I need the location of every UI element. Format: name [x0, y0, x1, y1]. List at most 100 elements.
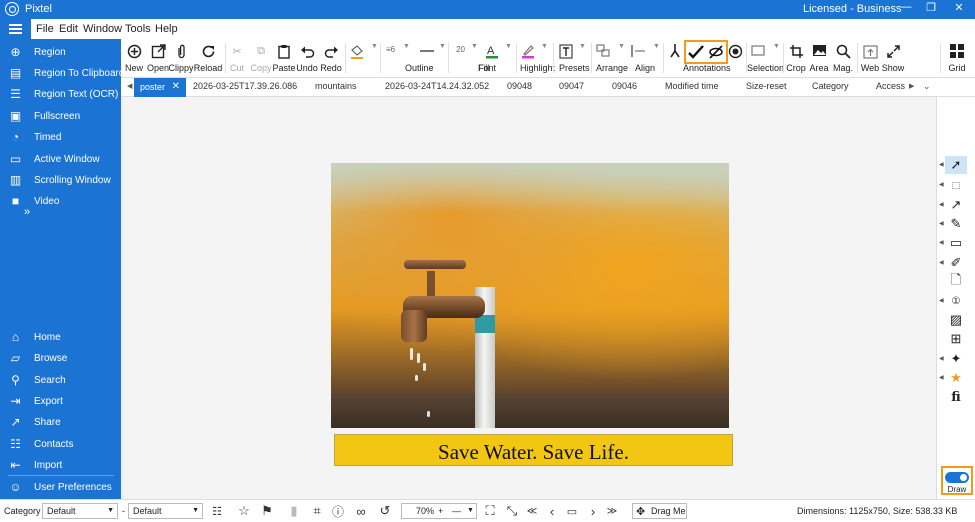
tab-item[interactable]: 09048: [507, 81, 532, 91]
image-tool-button[interactable]: ▨: [945, 311, 967, 329]
tab-item[interactable]: Access: [876, 81, 905, 91]
font-label: Font: [478, 63, 497, 73]
pin-tool-button[interactable]: [666, 39, 684, 78]
next-icon[interactable]: ›: [585, 503, 601, 519]
menu-edit[interactable]: Edit: [59, 23, 78, 35]
tab-item[interactable]: Size-reset: [746, 81, 787, 91]
tab-scroll-left-icon[interactable]: ◀: [127, 82, 132, 90]
chevron-down-icon: ▼: [505, 43, 512, 50]
sidebar-item-region-text-ocr[interactable]: ☰ Region Text (OCR): [0, 85, 121, 105]
hamburger-menu-button[interactable]: [0, 19, 31, 39]
font-size-dropdown[interactable]: 20 ▼: [451, 39, 481, 78]
window-icon[interactable]: ▭: [564, 503, 580, 519]
restore-button[interactable]: ❐: [919, 1, 943, 14]
tab-item[interactable]: 09046: [612, 81, 637, 91]
history-icon[interactable]: ↺: [377, 503, 393, 519]
tab-list-chevron-icon[interactable]: ⌄: [923, 81, 931, 92]
select-tool-button[interactable]: ◀ ➚: [939, 156, 967, 174]
effects-tool-button[interactable]: ◀ ✦: [939, 350, 967, 368]
sidebar-more-button[interactable]: »: [24, 206, 30, 218]
step-tool-button[interactable]: ◀ ①: [939, 292, 967, 310]
banner-text: Save Water. Save Life.: [438, 440, 629, 464]
bookmark-icon[interactable]: ▮: [286, 503, 302, 519]
caption-banner[interactable]: Save Water. Save Life.: [334, 434, 733, 466]
marker-tool-button[interactable]: ◀ ✐: [939, 254, 967, 272]
tab-item[interactable]: mountains: [315, 81, 357, 91]
edit-list-icon[interactable]: ☷: [209, 503, 225, 519]
sidebar-item-browse[interactable]: ▱ Browse: [0, 349, 121, 369]
category-select[interactable]: Default ▼: [42, 503, 118, 519]
star-outline-icon[interactable]: ☆: [236, 503, 252, 519]
sidebar-item-timed[interactable]: ◔ Timed: [0, 128, 121, 148]
sidebar: ⊕ Region ▤ Region To Clipboard ☰ Region …: [0, 39, 125, 499]
sidebar-item-share[interactable]: ↗ Share: [0, 413, 121, 433]
new-button[interactable]: New: [124, 39, 144, 78]
shrink-icon[interactable]: ⤡: [504, 503, 520, 519]
sidebar-item-fullscreen[interactable]: ▣ Fullscreen: [0, 107, 121, 127]
sidebar-item-home[interactable]: ⌂ Home: [0, 328, 121, 348]
stamp-tool-button[interactable]: ⊞: [945, 330, 967, 348]
last-page-icon[interactable]: ≫: [604, 503, 620, 519]
app-title: Pixtel: [25, 3, 52, 15]
sidebar-item-region-to-clipboard[interactable]: ▤ Region To Clipboard: [0, 64, 125, 84]
tab-item[interactable]: 09047: [559, 81, 584, 91]
sidebar-item-export[interactable]: ⇥ Export: [0, 392, 121, 412]
magnifier-button[interactable]: Mag.: [833, 39, 853, 78]
sidebar-item-region[interactable]: ⊕ Region: [0, 43, 121, 63]
rectangle-tool-button[interactable]: ◀ ▭: [939, 234, 967, 252]
arrow-tool-button[interactable]: ◀ ↗: [939, 196, 967, 214]
sidebar-item-scrolling-window[interactable]: ▥ Scrolling Window: [0, 171, 121, 191]
timer-icon: ◔: [11, 130, 20, 144]
text-tool-button[interactable]: ◀ ⬚: [939, 176, 967, 194]
drag-me-handle[interactable]: ✥ Drag Me: [632, 503, 687, 519]
tag-icon[interactable]: ⌗: [309, 503, 325, 519]
font-tool-button[interactable]: fi: [945, 388, 967, 406]
menu-file[interactable]: File: [36, 23, 54, 35]
clippy-button[interactable]: Clippy: [168, 39, 194, 78]
redo-button[interactable]: Redo: [320, 39, 342, 78]
menu-tools[interactable]: Tools: [125, 23, 151, 35]
sidebar-item-search[interactable]: ⚲ Search: [0, 371, 121, 391]
minimize-button[interactable]: —: [894, 1, 918, 13]
zoom-in-icon[interactable]: +: [438, 506, 443, 516]
fill-dropdown[interactable]: ▼: [347, 39, 379, 78]
image-canvas[interactable]: Save Water. Save Life.: [124, 97, 936, 499]
first-page-icon[interactable]: ≪: [524, 503, 540, 519]
chevron-down-icon[interactable]: ▼: [467, 507, 474, 514]
info-icon[interactable]: ⓘ: [330, 503, 346, 519]
link-icon[interactable]: ∞: [353, 503, 369, 519]
secondary-select[interactable]: Default ▼: [128, 503, 203, 519]
close-button[interactable]: ✕: [947, 1, 971, 14]
pen-tool-button[interactable]: ◀ ✎: [939, 215, 967, 233]
tab-item[interactable]: Modified time: [665, 81, 719, 91]
tab-item[interactable]: 2026-03-24T14.24.32.052: [385, 81, 489, 91]
undo-button[interactable]: Undo: [296, 39, 318, 78]
reload-button[interactable]: Reload: [194, 39, 222, 78]
flag-icon[interactable]: ⚑: [259, 503, 275, 519]
tab-item[interactable]: 2026-03-25T17.39.26.086: [193, 81, 297, 91]
draw-toggle[interactable]: Draw: [941, 466, 973, 495]
menu-help[interactable]: Help: [155, 23, 178, 35]
fit-screen-icon[interactable]: ⛶: [482, 503, 498, 519]
zoom-out-icon[interactable]: —: [452, 506, 461, 516]
menu-window[interactable]: Window: [83, 23, 122, 35]
tab-poster[interactable]: poster ✕: [134, 78, 186, 97]
zoom-control[interactable]: 70% + — ▼: [401, 503, 477, 519]
sidebar-item-import[interactable]: ⇤ Import: [0, 456, 121, 476]
close-tab-icon[interactable]: ✕: [172, 81, 180, 92]
open-external-icon: [150, 43, 166, 59]
sidebar-item-contacts[interactable]: ☷ Contacts: [0, 435, 121, 455]
sidebar-item-user-preferences[interactable]: ☺ User Preferences: [0, 478, 121, 498]
sidebar-item-active-window[interactable]: ▭ Active Window: [0, 150, 121, 170]
tab-item[interactable]: Category: [812, 81, 849, 91]
previous-icon[interactable]: ‹: [544, 503, 560, 519]
show-button[interactable]: Show: [882, 39, 904, 78]
record-button[interactable]: [726, 39, 744, 78]
note-tool-button[interactable]: 🗋: [945, 272, 967, 291]
cut-button[interactable]: ✂ Cut: [227, 39, 247, 78]
sidebar-item-video[interactable]: ■ Video: [0, 192, 121, 212]
area-button[interactable]: Area: [809, 39, 829, 78]
favorite-tool-button[interactable]: ◀ ★: [939, 369, 967, 387]
grid-button[interactable]: Grid: [946, 39, 968, 78]
tab-scroll-right-icon[interactable]: ▶: [909, 82, 914, 90]
